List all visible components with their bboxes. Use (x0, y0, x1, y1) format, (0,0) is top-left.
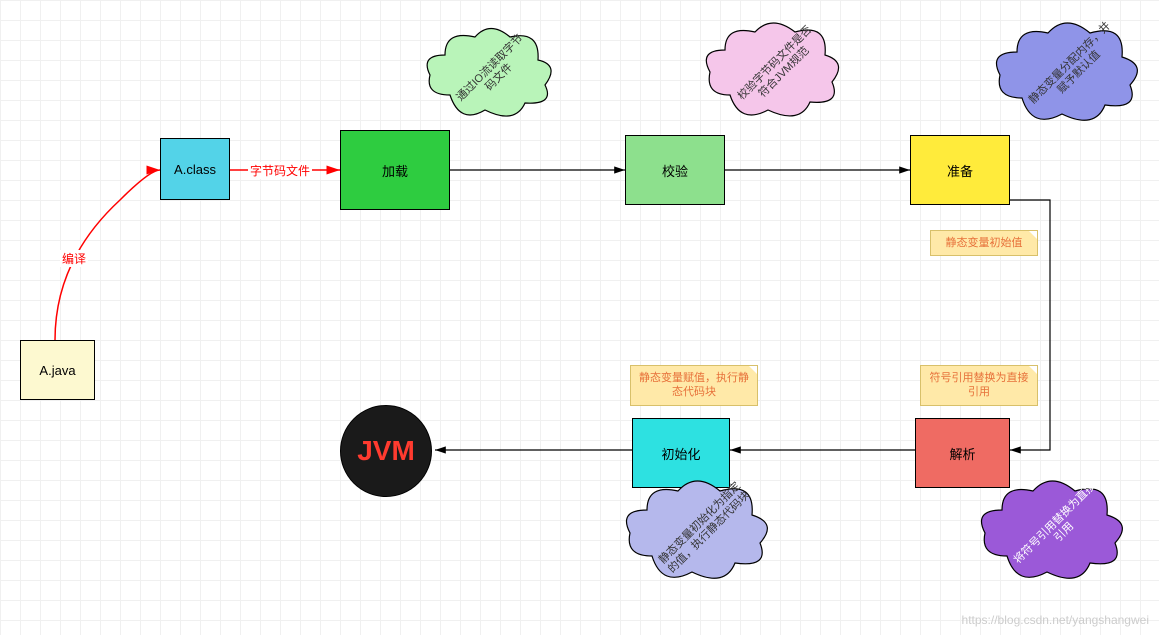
cloud-init-icon (620, 478, 780, 598)
label: 准备 (947, 161, 973, 180)
note-prepare: 静态变量初始值 (930, 230, 1038, 256)
cloud-verify-icon (700, 20, 850, 135)
note-init: 静态变量赋值，执行静态代码块 (630, 365, 758, 406)
label: A.class (174, 162, 216, 177)
label: 校验 (662, 161, 688, 180)
cloud-resolve-icon (975, 478, 1135, 598)
node-jvm: JVM (340, 405, 432, 497)
node-aclass: A.class (160, 138, 230, 200)
node-ajava: A.java (20, 340, 95, 400)
label: 解析 (949, 444, 975, 463)
watermark: https://blog.csdn.net/yangshangwei (962, 613, 1149, 627)
label: JVM (357, 435, 415, 467)
cloud-prepare-icon (990, 20, 1150, 140)
label: 加载 (382, 161, 408, 180)
label: A.java (39, 363, 75, 378)
node-verify: 校验 (625, 135, 725, 205)
note-resolve: 符号引用替换为直接引用 (920, 365, 1038, 406)
node-prepare: 准备 (910, 135, 1010, 205)
label: 初始化 (661, 444, 700, 463)
cloud-loading-icon (420, 25, 560, 135)
edge-label-bytecode: 字节码文件 (248, 162, 312, 179)
edge-label-compile: 编译 (60, 250, 88, 267)
node-loading: 加载 (340, 130, 450, 210)
